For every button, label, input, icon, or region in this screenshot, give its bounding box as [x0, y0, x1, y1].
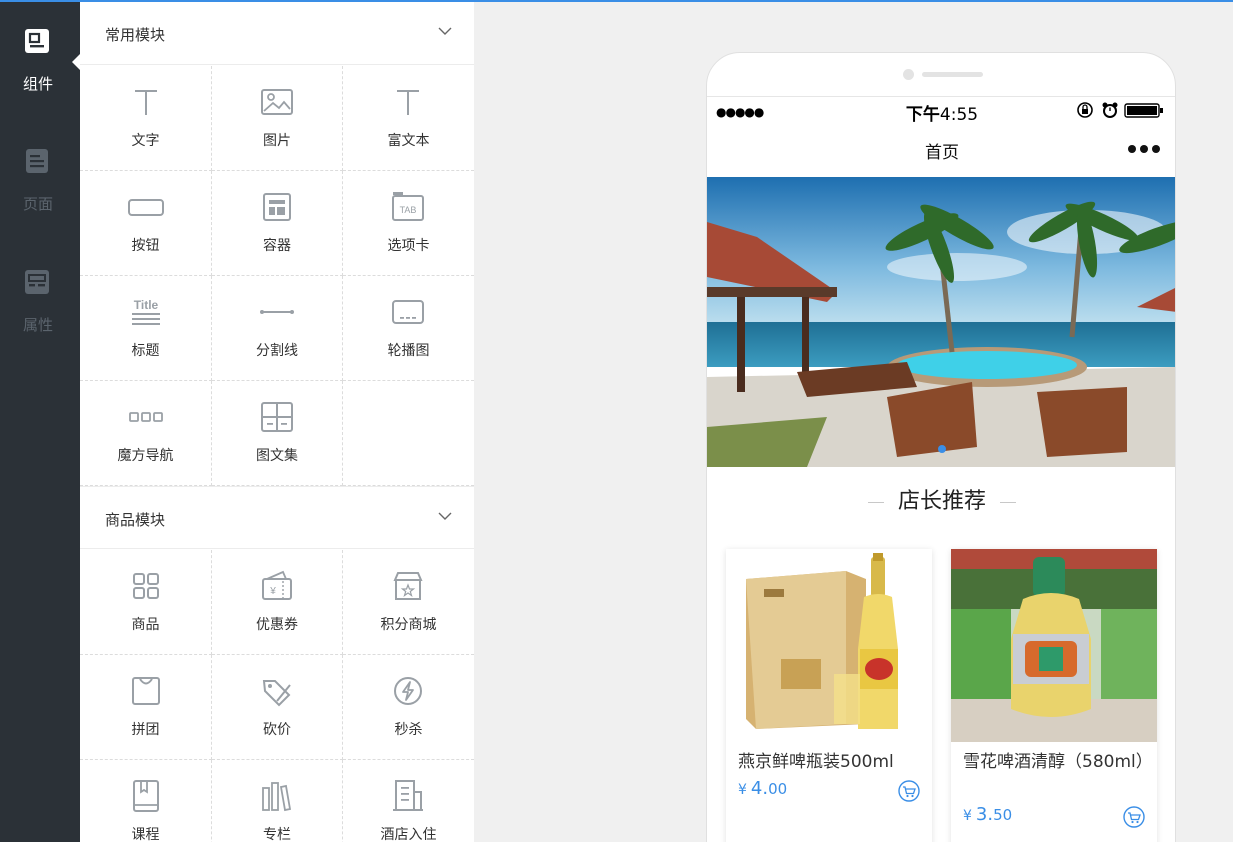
left-nav: 组件 页面 属性: [0, 0, 80, 842]
component-icon: [25, 29, 49, 53]
component-hotel[interactable]: 酒店入住: [343, 760, 474, 842]
title-icon: Title: [132, 298, 160, 325]
cube-nav-icon: [129, 412, 163, 422]
nav-item-components[interactable]: 组件: [0, 0, 80, 93]
tab-icon-glyph: TAB: [400, 205, 417, 215]
cart-icon[interactable]: [1123, 806, 1145, 828]
component-points-mall[interactable]: 积分商城: [343, 550, 474, 655]
hotel-icon: [393, 780, 423, 811]
bargain-icon: [262, 680, 291, 707]
component-image-text[interactable]: 图文集: [212, 381, 343, 486]
currency-symbol: ¥: [738, 782, 747, 798]
coupon-icon-glyph: ¥: [269, 586, 276, 597]
component-cube-nav[interactable]: 魔方导航: [80, 381, 212, 486]
component-panel: 常用模块 文字 图片 富文本 按钮 容器 TAB 选项卡 Title 标题 分割…: [80, 2, 474, 842]
image-icon: [261, 89, 293, 115]
divider-icon: [260, 310, 294, 314]
component-title[interactable]: Title 标题: [80, 276, 212, 381]
component-button[interactable]: 按钮: [80, 171, 212, 276]
phone-divider: [707, 96, 1175, 97]
course-icon: [133, 780, 159, 812]
page-icon: [26, 149, 48, 173]
currency-symbol: ¥: [963, 808, 972, 824]
banner-image[interactable]: [707, 177, 1176, 467]
rotation-lock-icon: [1077, 102, 1093, 118]
section-heading-text: 店长推荐: [897, 489, 986, 514]
phone-preview: ●●●●● 下午4:55 首页 店长推荐 燕京鲜啤瓶装500ml ¥ 4.00 …: [706, 52, 1176, 842]
page-title: 首页: [925, 143, 959, 163]
cart-icon[interactable]: [898, 780, 920, 802]
product-name: 雪花啤酒清醇（580ml）: [963, 752, 1153, 772]
text-icon: [135, 90, 157, 115]
time-prefix: 下午: [905, 105, 940, 125]
button-icon: [128, 199, 164, 216]
points-mall-icon: [393, 572, 423, 600]
coupon-icon: ¥: [262, 570, 292, 600]
top-accent-line: [0, 0, 1233, 2]
product-card[interactable]: 雪花啤酒清醇（580ml） ¥3.50: [951, 549, 1157, 842]
camera-dot: [903, 69, 914, 80]
column-icon: [262, 782, 292, 812]
component-group-buy[interactable]: 拼团: [80, 655, 212, 760]
component-carousel[interactable]: 轮播图: [343, 276, 474, 381]
section-title: 常用模块: [105, 26, 166, 44]
flash-sale-icon: [394, 677, 422, 705]
section-header-common[interactable]: 常用模块: [80, 2, 474, 65]
nav-label: 属性: [22, 316, 53, 334]
chevron-down-icon[interactable]: [438, 511, 452, 521]
time-value: 4:55: [939, 105, 979, 125]
status-icons: [1077, 102, 1163, 118]
product-name: 燕京鲜啤瓶装500ml: [738, 752, 894, 772]
battery-icon: [1124, 103, 1163, 118]
component-text[interactable]: 文字: [80, 66, 212, 171]
section-title: 商品模块: [105, 511, 166, 529]
section-heading: 店长推荐: [707, 483, 1175, 515]
image-text-icon: [261, 402, 293, 432]
goods-icon: [133, 573, 159, 599]
tab-icon: TAB: [392, 192, 424, 221]
more-icon[interactable]: [1127, 143, 1161, 155]
product-price: ¥4.00: [738, 778, 787, 799]
component-goods[interactable]: 商品: [80, 550, 212, 655]
empty-cell: [343, 381, 474, 486]
product-image-snow[interactable]: [951, 549, 1157, 742]
component-column[interactable]: 专栏: [212, 760, 343, 842]
price-decimal: 50: [993, 806, 1013, 824]
heading-dash: [1000, 501, 1016, 503]
group-buy-icon: [132, 677, 160, 705]
price-integer: 4.: [750, 778, 769, 799]
component-tab[interactable]: TAB 选项卡: [343, 171, 474, 276]
container-icon: [263, 193, 291, 221]
title-icon-glyph: Title: [134, 298, 159, 312]
nav-active-pointer: [72, 54, 80, 70]
nav-label: 页面: [22, 195, 53, 213]
chevron-down-icon[interactable]: [438, 26, 452, 36]
nav-label: 组件: [22, 75, 53, 93]
heading-dash: [867, 501, 884, 503]
section-header-goods[interactable]: 商品模块: [80, 486, 474, 549]
component-divider[interactable]: 分割线: [212, 276, 343, 381]
speaker-grill: [922, 72, 983, 77]
component-course[interactable]: 课程: [80, 760, 212, 842]
carousel-icon: [392, 300, 424, 324]
component-bargain[interactable]: 砍价: [212, 655, 343, 760]
price-integer: 3.: [975, 804, 994, 825]
rich-text-icon: [397, 90, 419, 115]
nav-item-properties[interactable]: 属性: [0, 241, 80, 334]
property-icon: [25, 270, 49, 294]
component-container[interactable]: 容器: [212, 171, 343, 276]
carousel-dot-active: [938, 445, 946, 453]
product-price: ¥3.50: [963, 804, 1012, 825]
product-card[interactable]: 燕京鲜啤瓶装500ml ¥4.00: [726, 549, 932, 842]
alarm-icon: [1102, 102, 1118, 118]
component-rich-text[interactable]: 富文本: [343, 66, 474, 171]
component-coupon[interactable]: ¥ 优惠券: [212, 550, 343, 655]
component-flash-sale[interactable]: 秒杀: [343, 655, 474, 760]
component-image[interactable]: 图片: [212, 66, 343, 171]
product-image-yanjing[interactable]: [726, 549, 932, 742]
nav-item-pages[interactable]: 页面: [0, 120, 80, 213]
price-decimal: 00: [768, 780, 788, 798]
